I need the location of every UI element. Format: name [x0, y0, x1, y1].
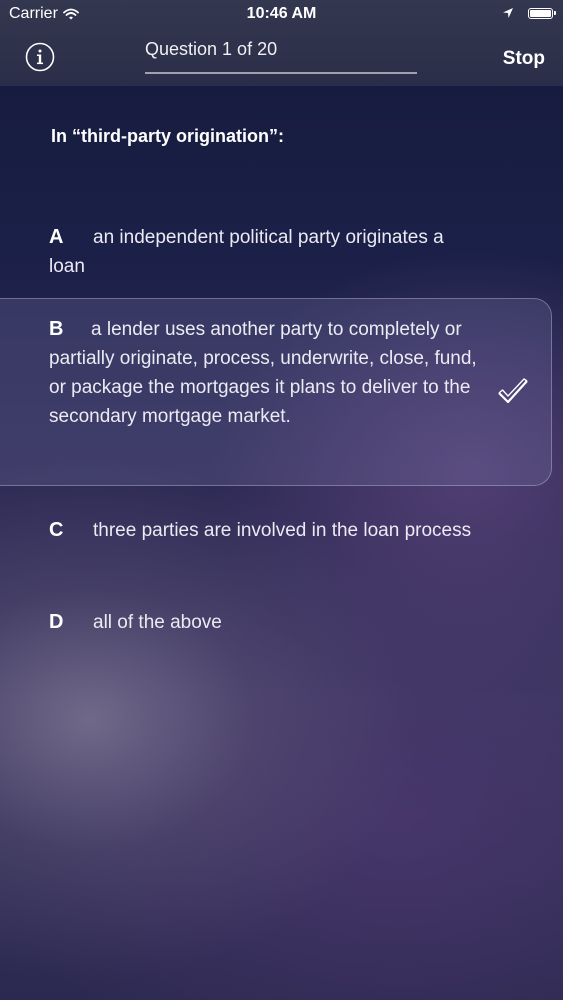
status-time: 10:46 AM	[246, 5, 317, 22]
answer-letter: B	[49, 318, 64, 340]
answer-label: an independent political party originate…	[49, 227, 444, 277]
answer-option-a[interactable]: Aan independent political party originat…	[0, 220, 552, 290]
answer-text: Ba lender uses another party to complete…	[49, 315, 479, 431]
answer-label: a lender uses another party to completel…	[49, 319, 477, 427]
answer-label: three parties are involved in the loan p…	[93, 520, 472, 541]
status-bar: Carrier 10:46 AM	[0, 0, 563, 30]
checkmark-icon	[498, 378, 528, 404]
answer-option-c[interactable]: Cthree parties are involved in the loan …	[0, 510, 552, 580]
answer-option-d[interactable]: Dall of the above	[0, 602, 552, 642]
stop-button[interactable]: Stop	[503, 48, 545, 70]
answer-text: Cthree parties are involved in the loan …	[49, 516, 479, 545]
battery-fill	[530, 9, 551, 17]
info-icon[interactable]	[25, 42, 55, 72]
battery-cap	[554, 11, 556, 15]
answer-text: Dall of the above	[49, 608, 479, 637]
battery-icon	[528, 7, 556, 19]
answer-letter: C	[49, 519, 64, 541]
answer-letter: A	[49, 226, 64, 248]
answer-label: all of the above	[93, 612, 222, 633]
question-counter-label: Question 1 of 20	[145, 39, 278, 59]
answer-text: Aan independent political party originat…	[49, 223, 479, 281]
status-indicators	[502, 7, 556, 19]
question-counter: Question 1 of 20	[145, 39, 417, 74]
navigation-header: Carrier 10:46 AM Question 1 of 20 Stop	[0, 0, 563, 86]
answer-letter: D	[49, 611, 64, 633]
location-arrow-icon	[503, 8, 513, 18]
answer-option-b[interactable]: Ba lender uses another party to complete…	[0, 298, 552, 486]
question-text: In “third-party origination”:	[51, 126, 284, 146]
